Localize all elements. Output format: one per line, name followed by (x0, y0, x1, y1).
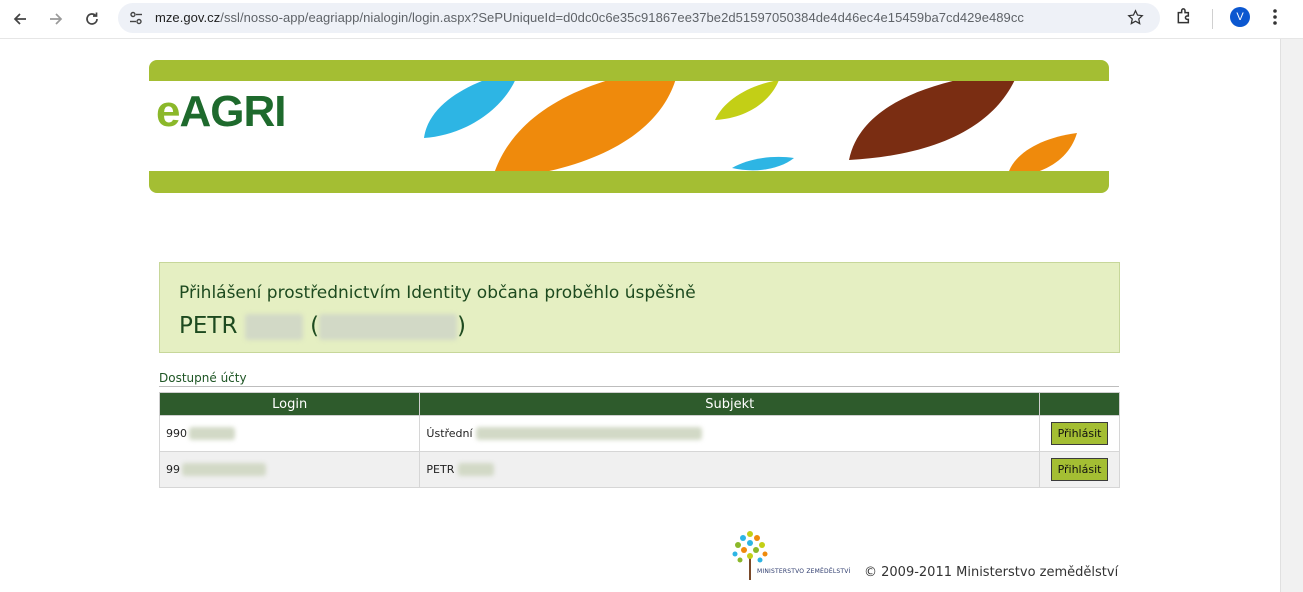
subject-value: Ústřední (426, 426, 473, 440)
action-cell: Přihlásit (1039, 415, 1120, 452)
copyright-text: © 2009-2011 Ministerstvo zemědělství (864, 565, 1119, 580)
ministry-logo-text: MINISTERSTVO ZEMĚDĚLSTVÍ (757, 568, 851, 575)
accounts-header-row: Login Subjekt (158, 392, 1120, 416)
col-subject: Subjekt (419, 392, 1041, 416)
site-info-icon[interactable] (128, 10, 144, 30)
accounts-divider (159, 386, 1119, 387)
col-action (1039, 392, 1120, 416)
table-row: 99 PETR Přihlásit (158, 451, 1120, 488)
subject-cell: PETR (419, 451, 1041, 488)
eagri-logo[interactable]: eAGRI (156, 87, 286, 137)
login-cell: 99 (158, 451, 421, 488)
paren-open: ( (310, 313, 320, 339)
back-icon[interactable] (7, 6, 33, 32)
redacted-login (182, 463, 266, 477)
redacted-login (189, 427, 235, 441)
extensions-icon[interactable] (1175, 6, 1195, 30)
action-cell: Přihlásit (1039, 451, 1120, 488)
banner-leaves-graphic (424, 81, 1077, 171)
redacted-subject (476, 427, 703, 441)
forward-icon[interactable] (43, 6, 69, 32)
profile-avatar[interactable]: V (1230, 7, 1250, 27)
accounts-title: Dostupné účty (159, 371, 247, 385)
success-message: Přihlášení prostřednictvím Identity obča… (179, 283, 696, 303)
table-row: 990 Ústřední Přihlásit (158, 415, 1120, 452)
accounts-table: Login Subjekt 990 Ústřední Přihlásit 99 … (158, 392, 1120, 488)
reload-icon[interactable] (79, 6, 105, 32)
subject-value: PETR (426, 462, 455, 476)
redacted-subject (457, 463, 494, 477)
toolbar-separator (1212, 9, 1213, 29)
address-bar[interactable]: mze.gov.cz/ssl/nosso-app/eagriapp/nialog… (118, 3, 1160, 33)
login-success-box: Přihlášení prostřednictvím Identity obča… (159, 262, 1120, 353)
login-value: 990 (166, 426, 187, 440)
redacted-surname (244, 313, 303, 340)
paren-close: ) (457, 313, 467, 339)
login-cell: 990 (158, 415, 421, 452)
eagri-banner: eAGRI (149, 60, 1109, 193)
col-login: Login (158, 392, 421, 416)
login-value: 99 (166, 462, 180, 476)
subject-cell: Ústřední (419, 415, 1041, 452)
redacted-birthdate (319, 313, 458, 340)
page-scrollbar[interactable] (1280, 39, 1303, 592)
menu-kebab-icon[interactable] (1266, 6, 1284, 32)
login-button[interactable]: Přihlásit (1050, 422, 1109, 445)
bookmark-star-icon[interactable] (1127, 9, 1144, 30)
browser-toolbar: mze.gov.cz/ssl/nosso-app/eagriapp/nialog… (0, 0, 1303, 39)
user-name-line: PETR () (179, 313, 466, 340)
user-first-name: PETR (179, 313, 238, 339)
url-text: mze.gov.cz/ssl/nosso-app/eagriapp/nialog… (155, 10, 1024, 25)
login-button[interactable]: Přihlásit (1050, 458, 1109, 481)
